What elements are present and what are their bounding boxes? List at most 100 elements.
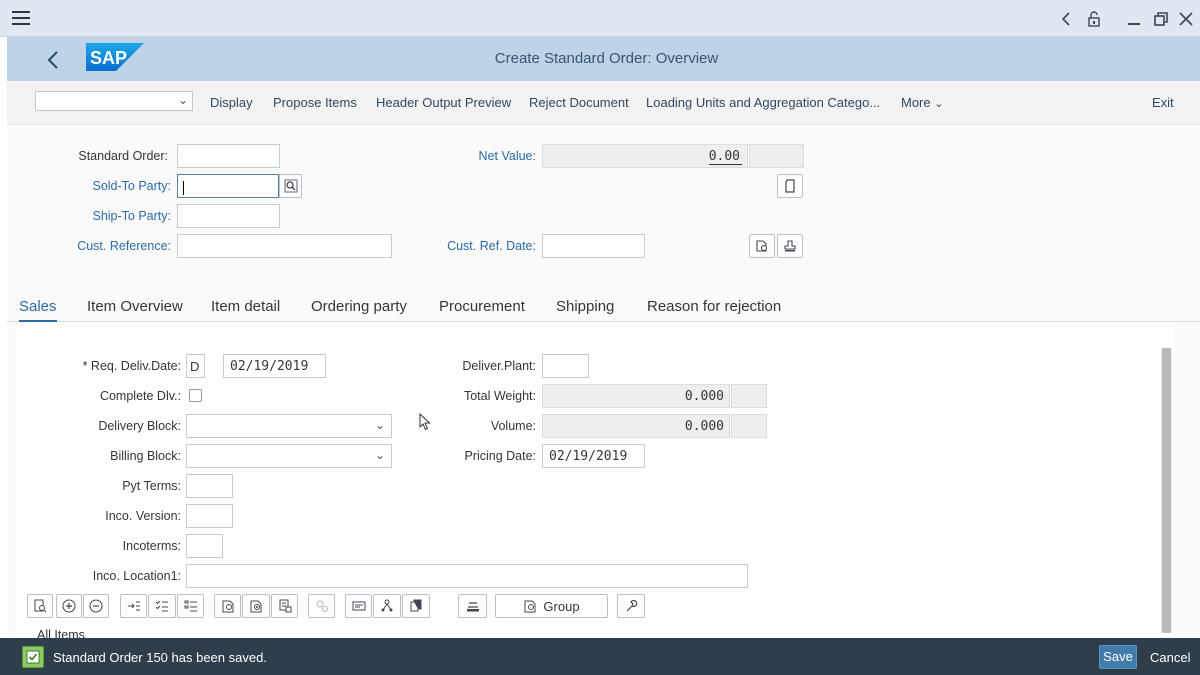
indent-button[interactable] (120, 594, 147, 618)
group-icon (524, 600, 536, 613)
indent-icon (127, 601, 140, 611)
loading-units-button[interactable]: Loading Units and Aggregation Catego... (646, 95, 880, 110)
document-flow-icon (756, 240, 768, 252)
batch-button[interactable] (458, 594, 487, 618)
ship-to-party-label[interactable]: Ship-To Party: (40, 209, 171, 223)
delivery-block-label: Delivery Block: (98, 419, 181, 433)
sold-to-party-input[interactable] (177, 174, 279, 198)
minimize-icon[interactable] (1121, 8, 1147, 30)
vertical-scrollbar[interactable] (1161, 348, 1172, 633)
title-bar (0, 0, 1200, 37)
configure-button[interactable] (308, 594, 335, 618)
print-preview-button[interactable] (271, 594, 298, 618)
cancel-button[interactable]: Cancel (1150, 650, 1190, 665)
sold-to-party-label[interactable]: Sold-To Party: (40, 179, 171, 193)
inco-location1-input[interactable] (186, 564, 748, 588)
incoterms-label: Incoterms: (122, 539, 181, 553)
pricing-icon (250, 600, 262, 613)
status-message: Standard Order 150 has been saved. (53, 650, 267, 665)
display-item-button[interactable] (345, 594, 372, 618)
cust-ref-date-label[interactable]: Cust. Ref. Date: (420, 239, 536, 253)
total-weight-label: Total Weight: (463, 389, 536, 403)
tab-procurement[interactable]: Procurement (439, 298, 525, 315)
pyt-terms-input[interactable] (186, 474, 233, 498)
exit-button[interactable]: Exit (1152, 95, 1174, 110)
tab-shipping[interactable]: Shipping (556, 298, 614, 315)
status-bar: Standard Order 150 has been saved. Save … (0, 638, 1200, 675)
mouse-pointer-icon (419, 413, 431, 431)
cust-ref-date-input[interactable] (542, 234, 645, 258)
stack-icon (466, 602, 479, 612)
delete-row-button[interactable] (83, 594, 109, 618)
tab-sales[interactable]: Sales (19, 298, 57, 315)
standard-order-input[interactable] (177, 144, 280, 168)
close-icon[interactable] (1173, 8, 1199, 30)
menu-icon[interactable] (12, 11, 30, 25)
group-button[interactable]: Group (495, 594, 608, 618)
stamp-button[interactable] (777, 234, 803, 258)
form-icon (352, 601, 365, 611)
complete-dlv-checkbox[interactable] (189, 389, 202, 402)
total-weight-field: 0.000 (542, 384, 730, 408)
select-all-button[interactable] (148, 594, 176, 618)
structure-button[interactable] (373, 594, 401, 618)
list-icon (184, 600, 197, 612)
ship-to-party-input[interactable] (177, 204, 280, 228)
scrollbar-thumb[interactable] (1162, 348, 1171, 633)
details-button[interactable] (27, 594, 53, 618)
app-header: SAP Create Standard Order: Overview (7, 37, 1200, 81)
more-button[interactable]: More ⌄ (901, 95, 943, 110)
copy-icon (410, 599, 422, 612)
deselect-all-button[interactable] (177, 594, 204, 618)
restore-icon[interactable] (1148, 8, 1174, 30)
net-value-amount: 0.00 (708, 149, 742, 165)
deliver-plant-input[interactable] (542, 354, 589, 378)
chevron-down-icon: ⌄ (374, 448, 385, 462)
net-value-field: 0.00 (542, 144, 748, 168)
tab-reason-for-rejection[interactable]: Reason for rejection (647, 298, 781, 315)
propose-items-button[interactable]: Propose Items (273, 95, 357, 110)
minus-icon (89, 599, 103, 613)
search-help-button[interactable] (279, 174, 302, 198)
command-select[interactable]: ⌄ (35, 91, 193, 111)
req-deliv-date-label: * Req. Deliv.Date: (82, 359, 181, 373)
pricing-date-input[interactable]: 02/19/2019 (542, 444, 645, 468)
reject-document-button[interactable]: Reject Document (529, 95, 629, 110)
page-title: Create Standard Order: Overview (494, 50, 719, 67)
deliver-plant-label: Deliver.Plant: (462, 359, 536, 373)
billing-block-select[interactable]: ⌄ (186, 444, 392, 468)
billing-block-label: Billing Block: (110, 449, 181, 463)
tab-item-detail[interactable]: Item detail (211, 298, 280, 315)
details-icon (34, 599, 47, 613)
group-button-label: Group (543, 598, 580, 614)
inco-version-input[interactable] (186, 504, 233, 528)
delivery-block-select[interactable]: ⌄ (186, 414, 392, 438)
pricing-button[interactable] (242, 594, 270, 618)
copy-button[interactable] (402, 594, 430, 618)
req-deliv-date-input[interactable]: 02/19/2019 (223, 354, 326, 378)
active-tab-indicator (19, 320, 57, 322)
incoterms-input[interactable] (186, 534, 223, 558)
tab-ordering-party[interactable]: Ordering party (311, 298, 407, 315)
display-doc-flow-button[interactable] (749, 234, 775, 258)
header-output-preview-button[interactable]: Header Output Preview (376, 95, 511, 110)
pyt-terms-label: Pyt Terms: (122, 479, 181, 493)
tools-button[interactable] (617, 594, 645, 618)
date-format-field[interactable]: D (186, 354, 205, 378)
conditions-button[interactable] (214, 594, 241, 618)
tab-item-overview[interactable]: Item Overview (87, 298, 183, 315)
net-value-currency (749, 144, 804, 168)
display-button[interactable]: Display (210, 95, 253, 110)
save-button[interactable]: Save (1099, 645, 1137, 669)
cust-reference-label[interactable]: Cust. Reference: (40, 239, 171, 253)
pricing-date-label: Pricing Date: (464, 449, 536, 463)
checklist-icon (155, 600, 168, 612)
text-caret (183, 180, 184, 195)
unlock-icon[interactable] (1081, 8, 1107, 30)
add-row-button[interactable] (56, 594, 82, 618)
standard-order-label: Standard Order: (78, 149, 168, 163)
document-button[interactable] (777, 174, 803, 198)
cust-reference-input[interactable] (177, 234, 392, 258)
chevron-left-icon[interactable] (1053, 8, 1079, 30)
net-value-label[interactable]: Net Value: (420, 149, 536, 163)
